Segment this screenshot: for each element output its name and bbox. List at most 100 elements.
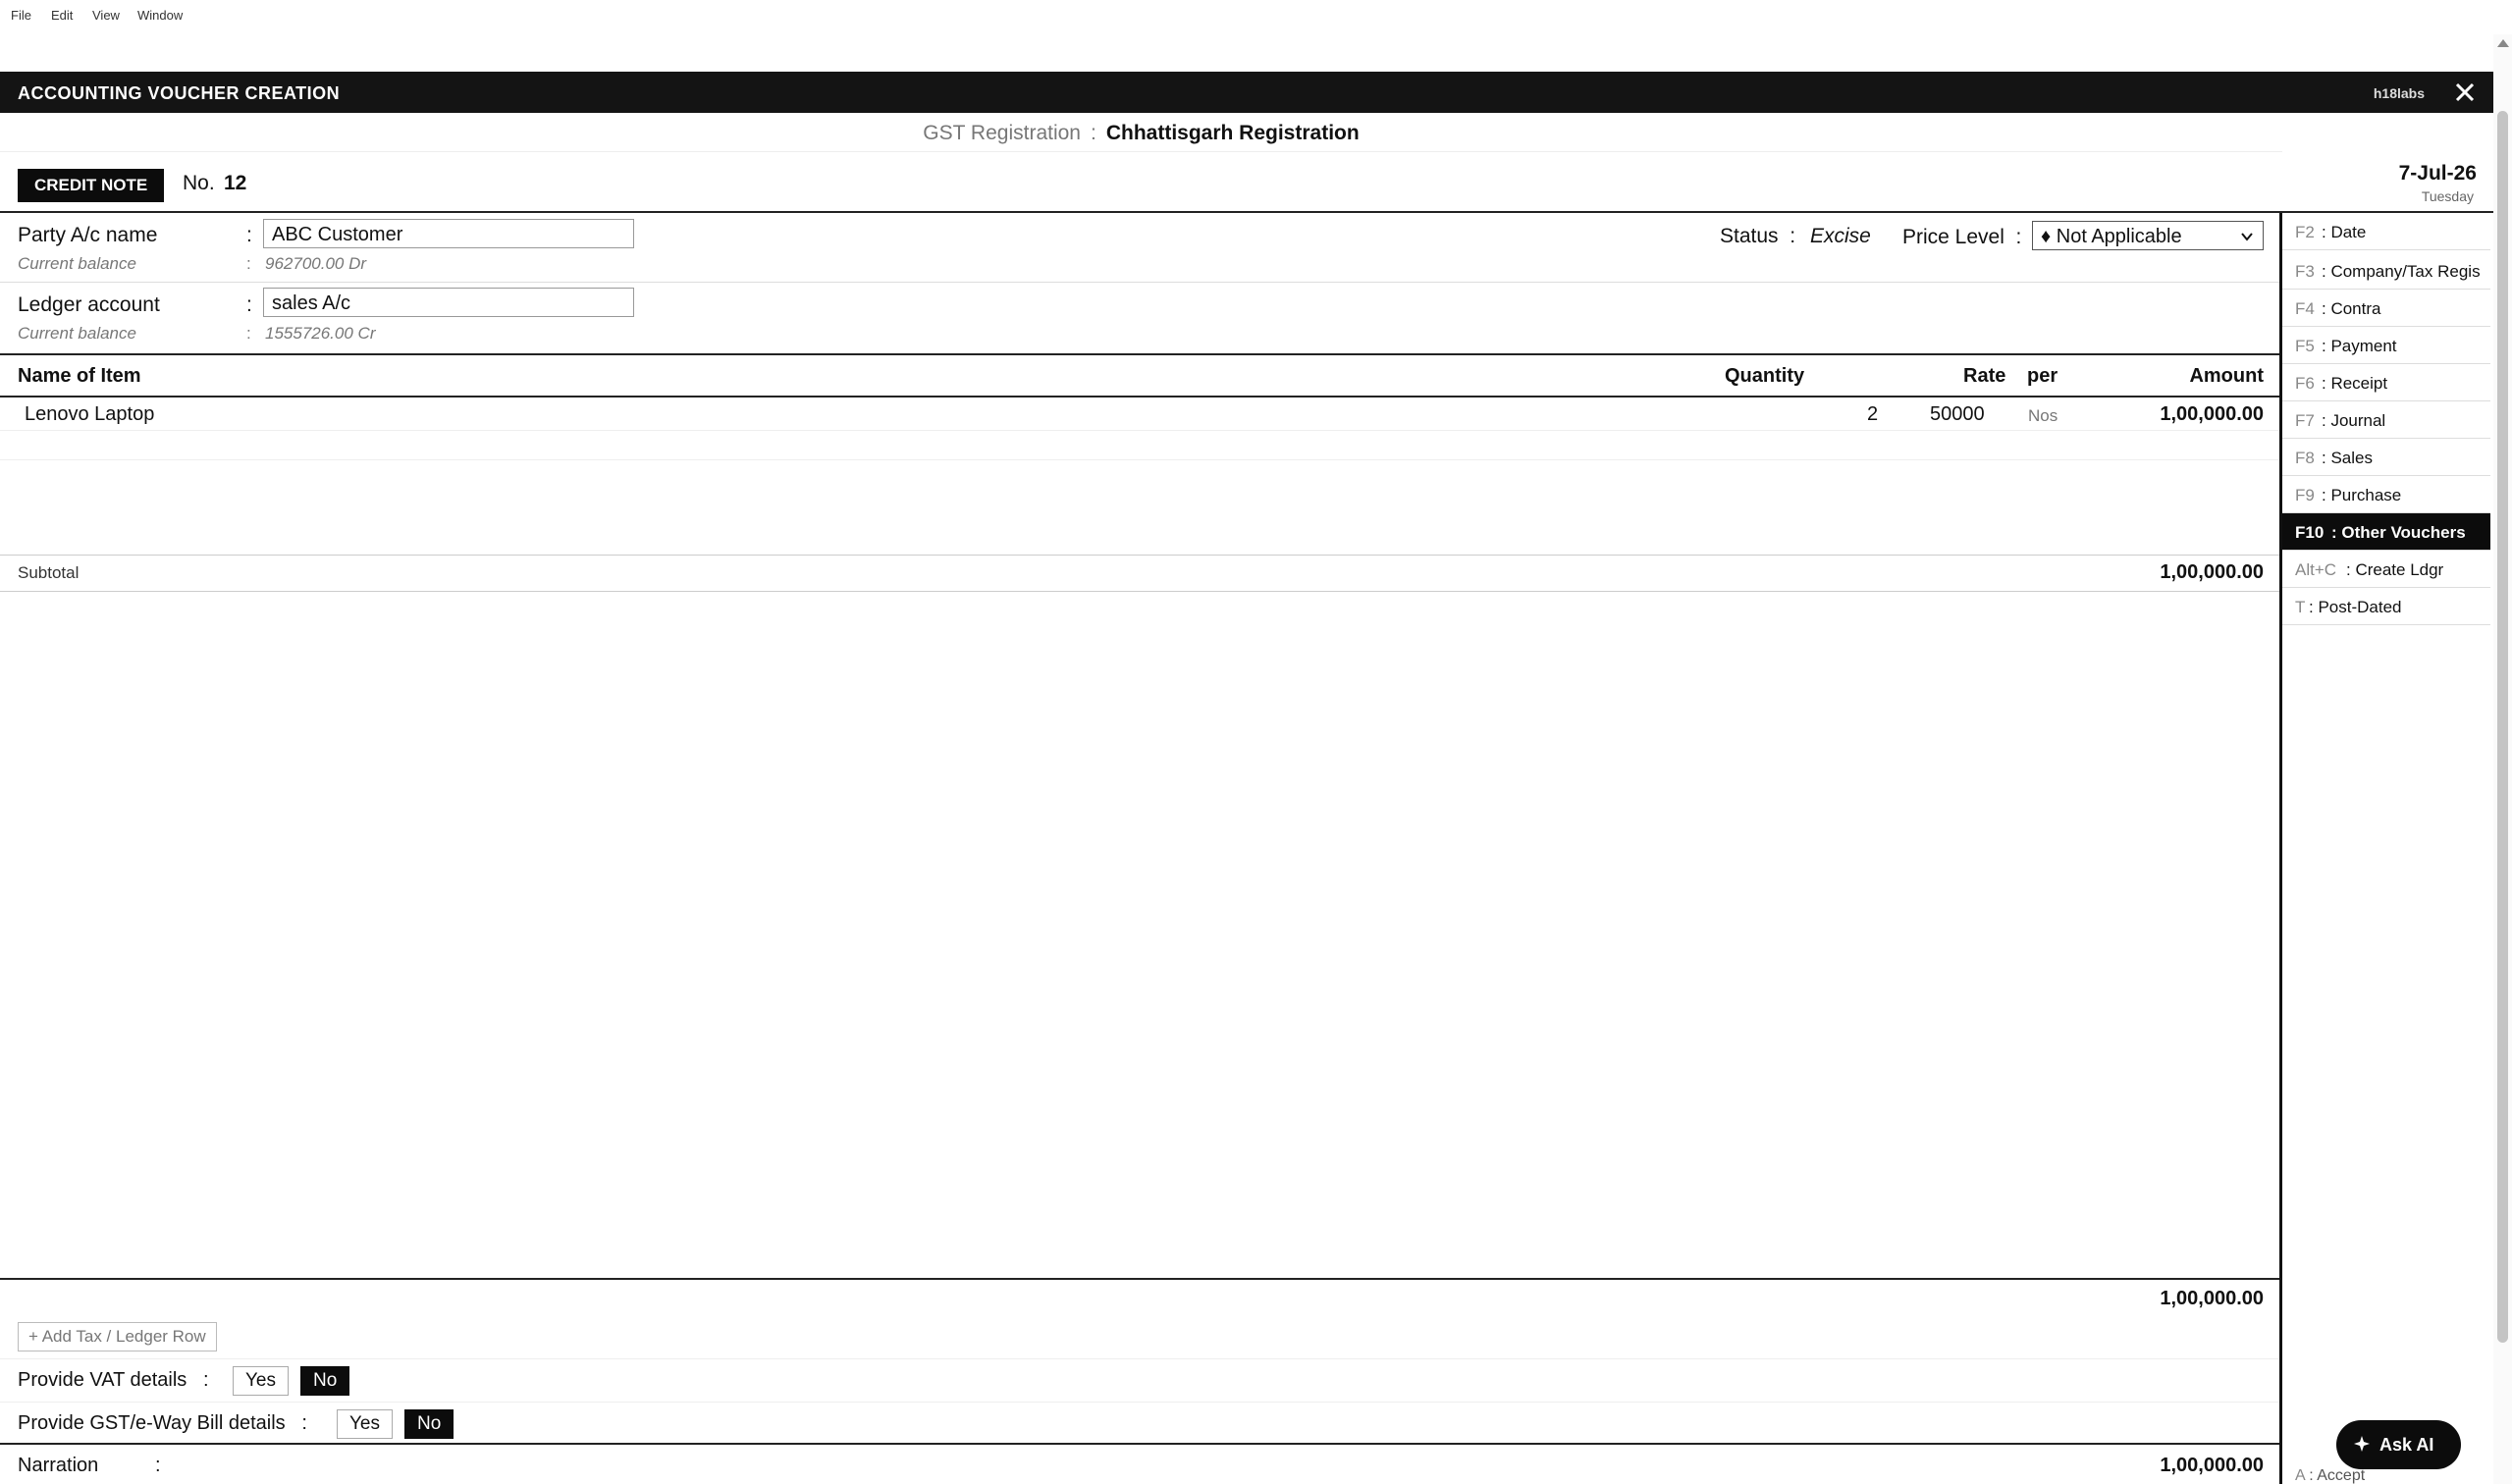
shortcut-accept[interactable]: A : Accept (2295, 1467, 2365, 1484)
shortcut-key: F3 (2295, 262, 2315, 281)
voucher-body: Party A/c name : ABC Customer Current ba… (0, 213, 2282, 1484)
shortcut-create-ledger[interactable]: Alt+C : Create Ldgr (2282, 551, 2490, 588)
menu-edit[interactable]: Edit (51, 8, 73, 23)
shortcut-key: F7 (2295, 411, 2315, 430)
window-title-bar: ACCOUNTING VOUCHER CREATION h18labs (0, 72, 2493, 113)
shortcut-payment[interactable]: F5 : Payment (2282, 327, 2490, 364)
table-row[interactable]: Lenovo Laptop 2 50000 Nos 1,00,000.00 (0, 399, 2279, 431)
item-rate[interactable]: 50000 (1930, 403, 1985, 426)
menu-window[interactable]: Window (137, 8, 183, 23)
narration-label: Narration (18, 1455, 99, 1476)
shortcut-key: F5 (2295, 337, 2315, 355)
gst-eway-yes-button[interactable]: Yes (337, 1409, 393, 1439)
price-level-selected: ♦ Not Applicable (2041, 226, 2182, 247)
subtotal-label: Subtotal (18, 563, 80, 582)
price-level-label: Price Level : (1902, 226, 2022, 248)
shortcut-purchase[interactable]: F9 : Purchase (2282, 476, 2490, 513)
shortcut-label: : Purchase (2322, 486, 2402, 504)
vat-details-label: Provide VAT details : (18, 1369, 209, 1391)
scroll-up-arrow-icon[interactable] (2496, 38, 2510, 48)
shortcut-label: : Other Vouchers (2331, 523, 2466, 542)
shortcut-receipt[interactable]: F6 : Receipt (2282, 364, 2490, 401)
voucher-number[interactable]: 12 (224, 172, 246, 195)
subtotal-value: 1,00,000.00 (2160, 561, 2264, 583)
shortcut-label: : Contra (2322, 299, 2381, 318)
shortcut-label: : Receipt (2322, 374, 2388, 393)
voucher-footer: 1,00,000.00 + Add Tax / Ledger Row Provi… (0, 1278, 2279, 1484)
shortcut-key: Alt+C (2295, 560, 2337, 579)
shortcut-label: : Payment (2322, 337, 2397, 355)
shortcut-post-dated[interactable]: T : Post-Dated (2282, 588, 2490, 625)
voucher-day: Tuesday (2421, 188, 2474, 204)
price-level-select[interactable]: ♦ Not Applicable (2032, 221, 2264, 250)
ledger-account-input[interactable]: sales A/c (263, 288, 634, 317)
menu-view[interactable]: View (92, 8, 120, 23)
sparkle-icon (2354, 1436, 2370, 1452)
scrollbar-thumb[interactable] (2497, 111, 2508, 1343)
subtotal-row: Subtotal 1,00,000.00 (0, 555, 2279, 592)
voucher-date[interactable]: 7-Jul-26 (2399, 162, 2477, 186)
shortcut-sales[interactable]: F8 : Sales (2282, 439, 2490, 476)
col-name-of-item: Name of Item (18, 365, 141, 387)
party-label: Party A/c name (18, 224, 158, 246)
status-label: Status : (1720, 225, 1796, 247)
shortcut-other-vouchers[interactable]: F10 : Other Vouchers (2282, 513, 2490, 551)
items-table-header: Name of Item Quantity Rate per Amount (0, 353, 2279, 398)
shortcut-company-tax-registration[interactable]: F3 : Company/Tax Regis (2282, 250, 2490, 290)
window-title: ACCOUNTING VOUCHER CREATION (18, 83, 341, 103)
status-value: Excise (1810, 225, 1871, 247)
shortcut-key: T (2295, 598, 2306, 616)
shortcut-key: F2 (2295, 223, 2315, 241)
shortcut-key: F9 (2295, 486, 2315, 504)
gst-eway-no-button[interactable]: No (404, 1409, 454, 1439)
item-per: Nos (2028, 406, 2058, 425)
ask-ai-button[interactable]: Ask AI (2336, 1420, 2461, 1469)
shortcut-key: F10 (2295, 523, 2325, 542)
chevron-down-icon (2241, 233, 2253, 241)
ask-ai-label: Ask AI (2379, 1435, 2434, 1455)
col-amount: Amount (2189, 365, 2264, 387)
vertical-scrollbar[interactable] (2493, 34, 2512, 1484)
item-amount: 1,00,000.00 (2160, 403, 2264, 425)
col-per: per (2027, 365, 2058, 387)
party-name-input[interactable]: ABC Customer (263, 219, 634, 248)
shortcut-label: : Create Ldgr (2346, 560, 2444, 579)
narration-row[interactable]: Narration : 1,00,000.00 (0, 1443, 2279, 1484)
shortcut-label: : Journal (2322, 411, 2386, 430)
item-quantity[interactable]: 2 (1867, 403, 1878, 426)
gst-registration-value[interactable]: Chhattisgarh Registration (1106, 122, 1360, 144)
vat-yes-button[interactable]: Yes (233, 1366, 289, 1396)
close-icon[interactable] (2450, 78, 2480, 107)
ledger-balance-label: Current balance (18, 324, 136, 343)
shortcut-date[interactable]: F2 : Date (2282, 213, 2490, 250)
vat-details-row: Provide VAT details : Yes No (0, 1358, 2279, 1400)
add-tax-ledger-row-button[interactable]: + Add Tax / Ledger Row (18, 1322, 217, 1352)
col-rate: Rate (1963, 365, 2006, 387)
menu-file[interactable]: File (11, 8, 31, 23)
empty-row-divider (0, 459, 2279, 460)
shortcut-label: : Company/Tax Regis (2322, 262, 2481, 281)
grand-total: 1,00,000.00 (2160, 1288, 2264, 1309)
col-quantity: Quantity (1725, 365, 1805, 387)
voucher-type-badge[interactable]: CREDIT NOTE (18, 169, 165, 202)
shortcut-contra[interactable]: F4 : Contra (2282, 290, 2490, 327)
item-name[interactable]: Lenovo Laptop (25, 403, 154, 426)
brand-label: h18labs (2373, 85, 2425, 101)
gst-eway-label: Provide GST/e-Way Bill details : (18, 1412, 307, 1434)
party-balance-label: Current balance (18, 254, 136, 273)
gst-registration-bar[interactable]: GST Registration: Chhattisgarh Registrati… (0, 113, 2282, 152)
voucher-number-label: No. (183, 172, 215, 194)
party-balance-value: 962700.00 Dr (265, 254, 367, 273)
shortcut-label: : Post-Dated (2309, 598, 2402, 616)
menu-bar: File Edit View Window (0, 0, 2512, 72)
shortcut-label: : Date (2322, 223, 2367, 241)
gst-eway-row: Provide GST/e-Way Bill details : Yes No (0, 1402, 2279, 1443)
shortcut-journal[interactable]: F7 : Journal (2282, 401, 2490, 439)
vat-no-button[interactable]: No (300, 1366, 350, 1396)
ledger-balance-value: 1555726.00 Cr (265, 324, 376, 343)
shortcut-key: F8 (2295, 449, 2315, 467)
narration-total: 1,00,000.00 (2160, 1455, 2264, 1476)
shortcut-key: F4 (2295, 299, 2315, 318)
ledger-row: Ledger account : sales A/c Current balan… (0, 283, 2282, 352)
shortcut-key: F6 (2295, 374, 2315, 393)
